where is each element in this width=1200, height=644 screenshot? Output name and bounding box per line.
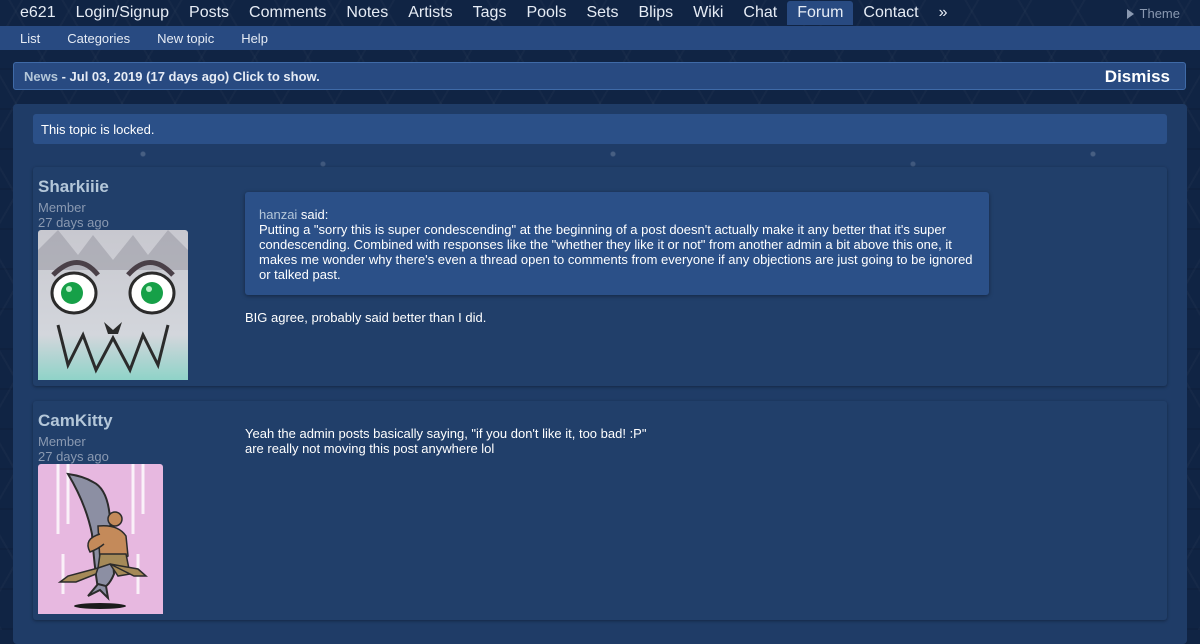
quote-author-link[interactable]: hanzai <box>259 207 297 222</box>
topic-locked-notice: This topic is locked. <box>33 114 1167 144</box>
nav-chat[interactable]: Chat <box>733 1 787 25</box>
post-author-info: CamKitty Member 27 days ago <box>38 411 163 619</box>
nav-notes[interactable]: Notes <box>336 1 398 25</box>
nav-sets[interactable]: Sets <box>576 1 628 25</box>
nav-forum[interactable]: Forum <box>787 1 854 25</box>
nav-login-signup[interactable]: Login/Signup <box>66 1 179 25</box>
nav-artists[interactable]: Artists <box>398 1 462 25</box>
sub-navigation: List Categories New topic Help <box>0 26 1200 50</box>
nav-more[interactable]: » <box>929 1 958 25</box>
author-level: Member <box>38 434 86 449</box>
subnav-help[interactable]: Help <box>231 31 278 46</box>
post-time[interactable]: 27 days ago <box>38 215 188 230</box>
nav-tags[interactable]: Tags <box>463 1 517 25</box>
subnav-new-topic[interactable]: New topic <box>147 31 224 46</box>
quote-said: said: <box>297 207 329 222</box>
nav-pools[interactable]: Pools <box>516 1 576 25</box>
dismiss-button[interactable]: Dismiss <box>1105 67 1170 87</box>
post-body-line: Yeah the admin posts basically saying, "… <box>245 426 647 441</box>
post-author-info: Sharkiiie Member 27 days ago <box>38 177 188 385</box>
nav-comments[interactable]: Comments <box>239 1 336 25</box>
triangle-right-icon <box>1126 8 1134 19</box>
post-time[interactable]: 27 days ago <box>38 449 163 464</box>
nav-blips[interactable]: Blips <box>628 1 683 25</box>
nav-posts[interactable]: Posts <box>179 1 239 25</box>
nav-home-e621[interactable]: e621 <box>10 1 66 25</box>
forum-post: CamKitty Member 27 days ago Yeah the adm… <box>33 401 1167 620</box>
subnav-list[interactable]: List <box>10 31 50 46</box>
news-label[interactable]: News <box>24 69 58 84</box>
author-name[interactable]: CamKitty <box>38 411 163 431</box>
news-date-text: - Jul 03, 2019 (17 days ago) Click to sh… <box>57 69 320 84</box>
post-body-line: are really not moving this post anywhere… <box>245 441 495 456</box>
post-body: Yeah the admin posts basically saying, "… <box>245 426 646 456</box>
news-summary[interactable]: News - Jul 03, 2019 (17 days ago) Click … <box>24 69 320 84</box>
post-body-line: BIG agree, probably said better than I d… <box>245 310 487 325</box>
quoted-post: hanzai said: Putting a "sorry this is su… <box>245 192 989 295</box>
author-name[interactable]: Sharkiiie <box>38 177 188 197</box>
theme-toggle[interactable]: Theme <box>1126 6 1180 21</box>
forum-post: Sharkiiie Member 27 days ago hanzai said… <box>33 167 1167 386</box>
nav-contact[interactable]: Contact <box>853 1 928 25</box>
post-body: BIG agree, probably said better than I d… <box>245 310 486 325</box>
top-navigation: e621 Login/Signup Posts Comments Notes A… <box>0 0 1200 26</box>
news-bar: News - Jul 03, 2019 (17 days ago) Click … <box>13 62 1186 90</box>
theme-label: Theme <box>1139 6 1180 21</box>
shark-face-avatar-icon[interactable] <box>38 230 188 385</box>
forum-topic-panel: This topic is locked. Sharkiiie Member 2… <box>13 104 1187 644</box>
nav-wiki[interactable]: Wiki <box>683 1 733 25</box>
author-level: Member <box>38 200 86 215</box>
subnav-categories[interactable]: Categories <box>57 31 140 46</box>
man-hugging-shark-avatar-icon[interactable] <box>38 464 163 619</box>
quote-text: Putting a "sorry this is super condescen… <box>259 222 973 282</box>
